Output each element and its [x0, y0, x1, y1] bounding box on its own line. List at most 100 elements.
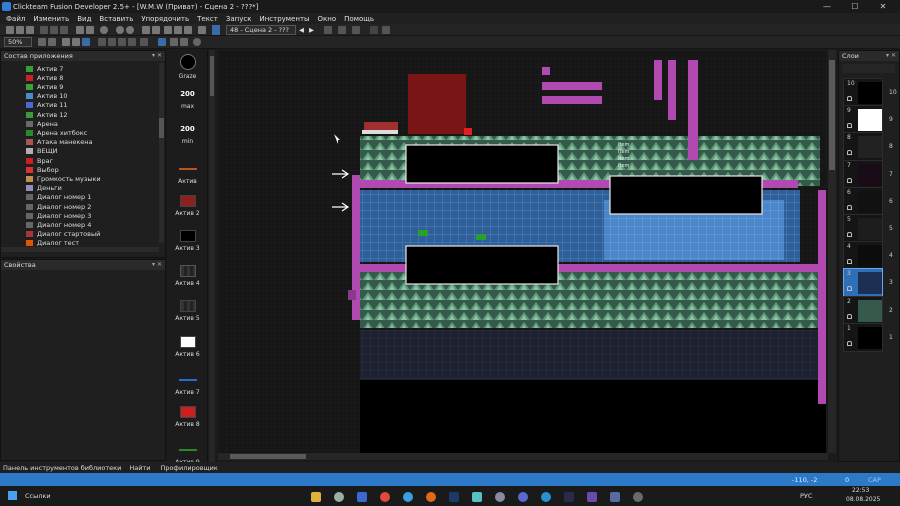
layer-row[interactable]: 4	[843, 241, 883, 271]
object-toolbar-item[interactable]: Актив	[171, 160, 204, 185]
object-toolbar-item[interactable]: Актив 7	[171, 371, 204, 396]
lock-icon[interactable]	[847, 96, 852, 101]
maximize-button[interactable]: ☐	[841, 0, 869, 13]
layer-row[interactable]: 3	[843, 268, 883, 298]
workspace-item[interactable]: Диалог номер 3	[26, 211, 91, 220]
object-toolbar-item[interactable]: Актив 8	[171, 406, 204, 428]
object-toolbar-item[interactable]: Актив 2	[171, 194, 204, 217]
cut-icon[interactable]	[40, 26, 48, 34]
lock-icon[interactable]	[847, 150, 852, 156]
firefox-icon[interactable]	[426, 492, 436, 502]
layout-icon[interactable]	[370, 26, 378, 34]
layer-row[interactable]: 10	[843, 78, 883, 107]
explorer-icon[interactable]	[311, 492, 321, 502]
help-icon[interactable]	[100, 26, 108, 34]
lock-icon[interactable]	[847, 232, 852, 237]
tab-library-toolbar[interactable]: Панель инструментов библиотеки	[3, 464, 121, 472]
app-icon-7[interactable]	[633, 492, 643, 502]
workspace-hscrollbar[interactable]	[1, 247, 159, 252]
object-toolbar-item[interactable]: 200 min	[171, 124, 204, 145]
app-icon-6[interactable]	[610, 492, 620, 502]
lock-icon[interactable]	[847, 177, 852, 183]
tab-profiler[interactable]: Профилировщик	[160, 464, 217, 472]
menu-tools[interactable]: Инструменты	[259, 15, 309, 23]
app-icon-5[interactable]	[564, 492, 574, 502]
layers-pin-buttons[interactable]: ▾ ✕	[886, 51, 896, 61]
workspace-item[interactable]: Атака манекена	[26, 138, 93, 147]
taskbar-lang[interactable]: РУС	[800, 492, 812, 500]
brush-icon[interactable]	[48, 38, 56, 46]
underline-icon[interactable]	[118, 38, 126, 46]
open-icon[interactable]	[16, 26, 24, 34]
menu-run[interactable]: Запуск	[226, 15, 252, 23]
canvas-vscrollbar[interactable]	[828, 50, 836, 453]
storyboard-icon[interactable]	[142, 26, 150, 34]
workspace-scrollbar[interactable]	[159, 63, 164, 243]
search-icon[interactable]	[193, 38, 201, 46]
menu-window[interactable]: Окно	[318, 15, 337, 23]
align-left-icon[interactable]	[324, 26, 332, 34]
workspace-item[interactable]: Актив 11	[26, 101, 68, 110]
align-right-icon[interactable]	[352, 26, 360, 34]
list-view-icon[interactable]	[158, 38, 166, 46]
data-elements-icon[interactable]	[184, 26, 192, 34]
object-toolbar-scrollbar[interactable]	[209, 50, 215, 462]
app-icon-4[interactable]	[495, 492, 505, 502]
object-toolbar-item[interactable]: Актив 5	[171, 300, 204, 322]
undo-icon[interactable]	[76, 26, 84, 34]
workspace-item[interactable]: Актив 12	[26, 110, 68, 119]
lock-icon[interactable]	[847, 286, 852, 292]
canvas-hscrollbar[interactable]	[218, 453, 828, 460]
event-list-icon[interactable]	[174, 26, 182, 34]
frame-editor-canvas[interactable]: Item Item Item Item	[218, 50, 828, 453]
chrome-icon[interactable]	[380, 492, 390, 502]
event-editor-icon[interactable]	[164, 26, 172, 34]
lock-icon[interactable]	[847, 259, 852, 265]
menu-arrange[interactable]: Упорядочить	[141, 15, 189, 23]
layer-row[interactable]: 1	[843, 322, 883, 352]
chrome-alt-icon[interactable]	[403, 492, 413, 502]
layer-row[interactable]: 6	[843, 186, 883, 216]
workspace-item[interactable]: Громкость музыки	[26, 174, 101, 183]
menu-insert[interactable]: Вставить	[99, 15, 133, 23]
workspace-item[interactable]: Диалог номер 2	[26, 202, 91, 211]
layer-row[interactable]: 5	[843, 214, 883, 243]
workspace-pin-buttons[interactable]: ▾ ✕	[152, 51, 162, 61]
tab-find[interactable]: Найти	[129, 464, 150, 472]
new-icon[interactable]	[6, 26, 14, 34]
pen-icon[interactable]	[38, 38, 46, 46]
workspace-item[interactable]: Диалог тест	[26, 239, 79, 248]
lock-icon[interactable]	[847, 313, 852, 319]
menu-view[interactable]: Вид	[77, 15, 91, 23]
workspace-item[interactable]: Диалог номер 1	[26, 193, 91, 202]
snap-icon[interactable]	[72, 38, 80, 46]
frame-select[interactable]: 48 - Сцена 2 - ???	[226, 25, 296, 35]
object-toolbar-item[interactable]: Актив 3	[171, 230, 204, 252]
bold-icon[interactable]	[98, 38, 106, 46]
menu-help[interactable]: Помощь	[344, 15, 374, 23]
layer-row[interactable]: 9	[843, 105, 883, 135]
menu-edit[interactable]: Изменить	[33, 15, 69, 23]
object-toolbar-item[interactable]: Graze	[171, 54, 204, 80]
zoom-select[interactable]: 50%	[4, 37, 32, 47]
properties-pin-buttons[interactable]: ▾ ✕	[152, 260, 162, 270]
object-toolbar-item[interactable]: Актив 6	[171, 335, 204, 358]
workspace-item[interactable]: Актив 7	[26, 64, 63, 73]
app-icon-2[interactable]	[357, 492, 367, 502]
workspace-item[interactable]: Актив 9	[26, 82, 63, 91]
workspace-item[interactable]: Диалог стартовый	[26, 230, 100, 239]
align-text-icon[interactable]	[140, 38, 148, 46]
minimize-button[interactable]: —	[813, 0, 841, 13]
list-detail-icon[interactable]	[170, 38, 178, 46]
italic-icon[interactable]	[108, 38, 116, 46]
distribute-icon[interactable]	[382, 26, 390, 34]
prev-frame-button[interactable]: ◀	[299, 26, 304, 34]
workspace-item[interactable]: Выбор	[26, 165, 59, 174]
lock-icon[interactable]	[847, 123, 852, 129]
telegram-icon[interactable]	[541, 492, 551, 502]
menu-file[interactable]: Файл	[6, 15, 25, 23]
next-frame-button[interactable]: ▶	[309, 26, 314, 34]
strike-icon[interactable]	[128, 38, 136, 46]
list-sort-icon[interactable]	[180, 38, 188, 46]
fusion-icon[interactable]	[587, 492, 597, 502]
